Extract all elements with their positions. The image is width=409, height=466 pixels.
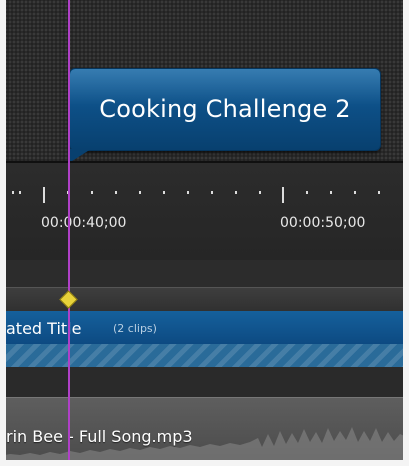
ruler-tick: [235, 191, 237, 194]
ruler-tick: [187, 191, 189, 194]
track-spacer: [0, 367, 409, 397]
canvas-preview[interactable]: Cooking Challenge 2: [0, 0, 409, 163]
right-border: [403, 0, 409, 466]
ruler-tick: [354, 191, 356, 194]
editor-window: Cooking Challenge 2 00:00:40;00 00:00:50…: [0, 0, 409, 466]
left-border: [0, 0, 6, 466]
ruler-tick: [330, 191, 332, 194]
ruler-tick: [378, 191, 380, 194]
ruler-tick: [211, 191, 213, 194]
audio-clip-name: rin Bee - Full Song.mp3: [6, 427, 193, 446]
ruler-tick: [306, 191, 308, 194]
title-clip-name: ated Title: [6, 319, 82, 338]
ruler-tick-major: [43, 187, 45, 203]
title-clip-stripe: [0, 344, 409, 367]
ruler-tick: [115, 191, 117, 194]
track-spacer: [0, 260, 409, 288]
title-clip[interactable]: ated Title (2 clips): [0, 311, 409, 367]
title-clip-count: (2 clips): [113, 322, 157, 335]
ruler-tick: [139, 191, 141, 194]
callout-text: Cooking Challenge 2: [99, 95, 351, 123]
ruler-tick: [163, 191, 165, 194]
playhead-line[interactable]: [68, 0, 70, 466]
ruler-tick-major: [282, 187, 284, 203]
audio-clip[interactable]: rin Bee - Full Song.mp3: [0, 397, 409, 466]
ruler-time-label: 00:00:50;00: [280, 215, 366, 231]
ruler-tick: [19, 191, 21, 194]
ruler-tick: [259, 191, 261, 194]
ruler-tick: [91, 191, 93, 194]
ruler-time-label: 00:00:40;00: [41, 215, 127, 231]
ruler-tick: [12, 191, 14, 194]
callout-annotation[interactable]: Cooking Challenge 2: [69, 68, 381, 151]
timeline-ruler[interactable]: 00:00:40;00 00:00:50;00: [0, 163, 409, 260]
bottom-border: [0, 460, 409, 466]
